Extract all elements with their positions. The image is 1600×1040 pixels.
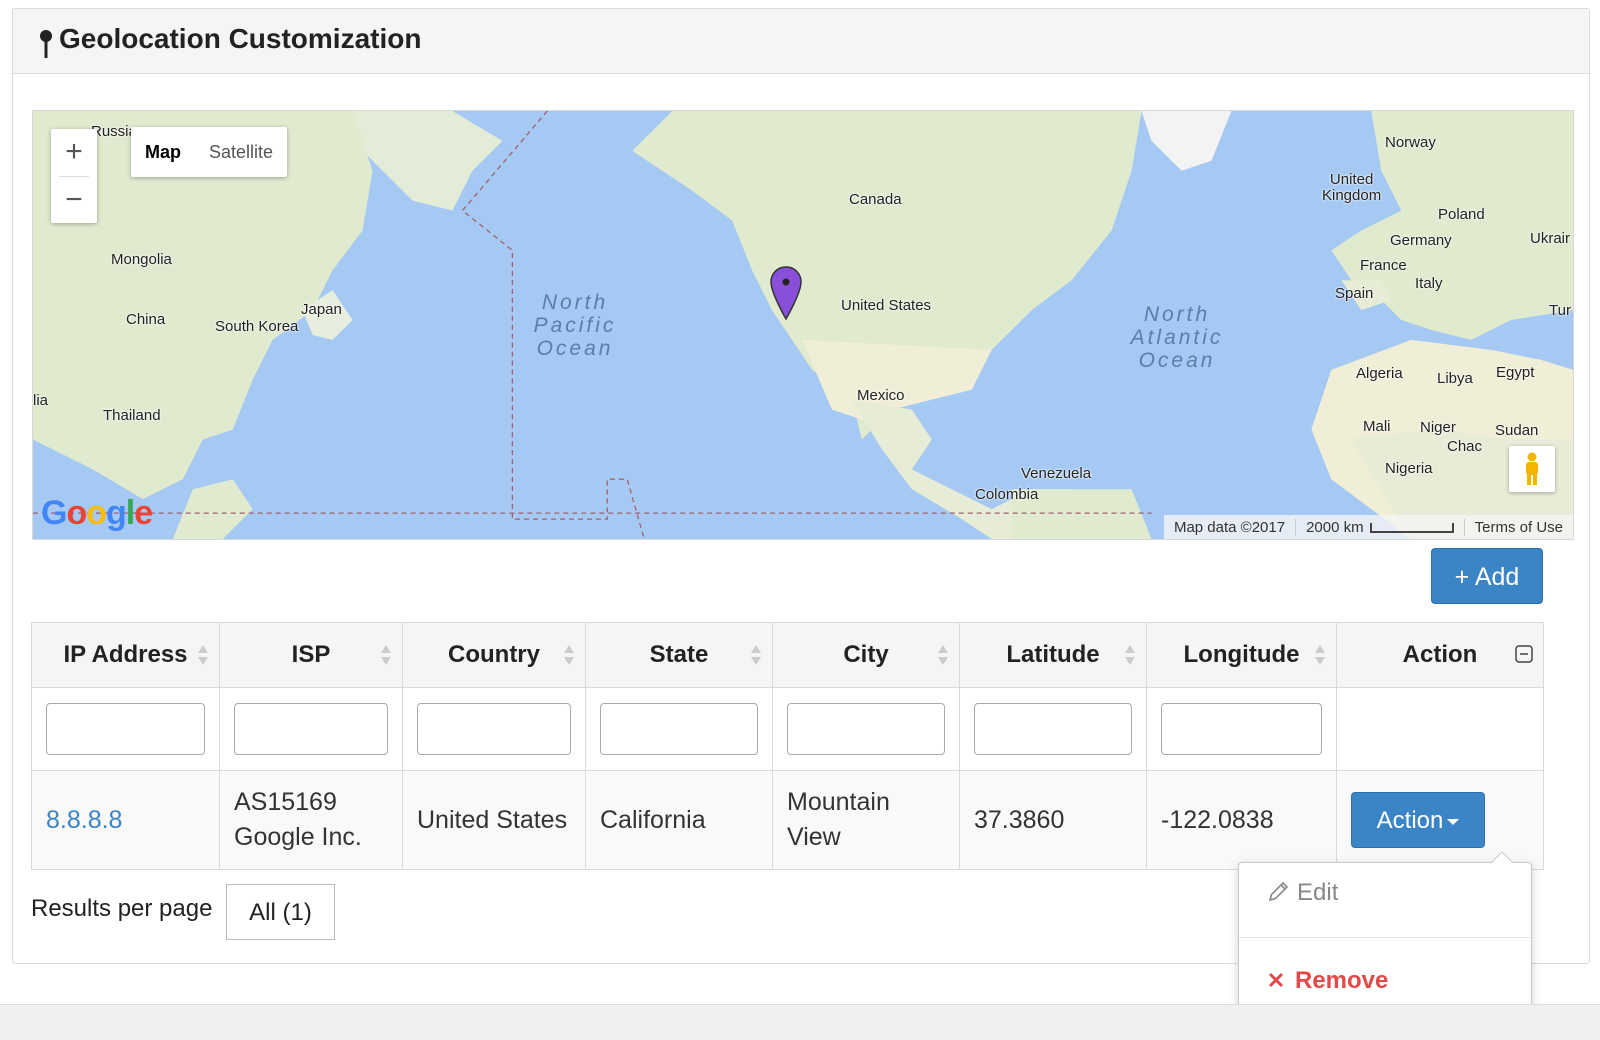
ip-address-link[interactable]: 8.8.8.8 bbox=[46, 806, 122, 834]
map-label-niger: Niger bbox=[1420, 419, 1456, 436]
column-header-longitude[interactable]: Longitude bbox=[1146, 622, 1337, 688]
column-header-city[interactable]: City bbox=[772, 622, 960, 688]
column-header-latitude[interactable]: Latitude bbox=[959, 622, 1147, 688]
column-header-action: Action bbox=[1336, 622, 1544, 688]
map-label-nigeria: Nigeria bbox=[1385, 460, 1433, 477]
map-label-spain: Spain bbox=[1335, 285, 1374, 302]
map-label-sudan: Sudan bbox=[1495, 422, 1539, 439]
sort-icon bbox=[751, 645, 761, 665]
filter-longitude-input[interactable] bbox=[1161, 703, 1322, 755]
sort-icon bbox=[1125, 645, 1135, 665]
isp-cell: AS15169 Google Inc. bbox=[219, 770, 403, 870]
add-button[interactable]: + Add bbox=[1431, 548, 1543, 604]
sort-icon bbox=[564, 645, 574, 665]
filter-city-input[interactable] bbox=[787, 703, 945, 755]
page-footer-bar bbox=[0, 1004, 1600, 1040]
panel-header: Geolocation Customization bbox=[13, 9, 1589, 74]
map-label-russia: Russia bbox=[91, 123, 137, 140]
column-header-isp[interactable]: ISP bbox=[219, 622, 403, 688]
map-label-united-states: United States bbox=[841, 297, 932, 314]
map-pin-icon bbox=[40, 30, 52, 58]
map-type-satellite-button[interactable]: Satellite bbox=[195, 127, 287, 177]
map-label-india: lia bbox=[33, 392, 49, 409]
dropdown-arrow bbox=[1491, 851, 1513, 863]
map-label-egypt: Egypt bbox=[1496, 364, 1535, 381]
sort-icon bbox=[381, 645, 391, 665]
map-label-south-korea: South Korea bbox=[215, 318, 299, 335]
scale-bar-icon bbox=[1369, 522, 1454, 533]
google-logo: Google bbox=[41, 494, 153, 532]
geolocation-table: IP Address ISP Country State City Latitu… bbox=[31, 622, 1544, 870]
map-label-china: China bbox=[126, 311, 166, 328]
filter-state-input[interactable] bbox=[600, 703, 758, 755]
results-per-page-select[interactable]: All (1) bbox=[226, 884, 335, 940]
map-label-norway: Norway bbox=[1385, 134, 1436, 151]
pegman-icon bbox=[1526, 452, 1538, 485]
map-label-japan: Japan bbox=[301, 301, 342, 318]
map-label-mali: Mali bbox=[1363, 418, 1391, 435]
ocean-label-north-atlantic: North Atlantic Ocean bbox=[1130, 303, 1224, 372]
results-per-page-label: Results per page bbox=[31, 895, 213, 922]
edit-menu-item[interactable]: Edit bbox=[1267, 879, 1338, 907]
close-icon bbox=[1268, 972, 1284, 988]
map-label-libya: Libya bbox=[1437, 370, 1473, 387]
terms-of-use-link[interactable]: Terms of Use bbox=[1463, 518, 1573, 536]
filter-row bbox=[31, 687, 1544, 771]
map-label-mongolia: Mongolia bbox=[111, 251, 172, 268]
map-label-ukraine: Ukrair bbox=[1530, 230, 1570, 247]
map-label-venezuela: Venezuela bbox=[1021, 465, 1092, 482]
map-label-algeria: Algeria bbox=[1356, 365, 1403, 382]
sort-icon bbox=[198, 645, 208, 665]
map-label-thailand: Thailand bbox=[103, 407, 161, 424]
filter-ip-address-input[interactable] bbox=[46, 703, 205, 755]
panel-title: Geolocation Customization bbox=[59, 23, 422, 54]
filter-latitude-input[interactable] bbox=[974, 703, 1132, 755]
caret-down-icon bbox=[1447, 818, 1460, 825]
map-label-canada: Canada bbox=[849, 191, 902, 208]
state-cell: California bbox=[585, 770, 773, 870]
map-scale: 2000 km bbox=[1295, 518, 1464, 536]
column-header-ip-address[interactable]: IP Address bbox=[31, 622, 220, 688]
country-cell: United States bbox=[402, 770, 586, 870]
map-type-control: Map Satellite bbox=[131, 127, 288, 177]
zoom-control: + − bbox=[51, 129, 97, 223]
action-dropdown-button[interactable]: Action bbox=[1351, 792, 1485, 848]
action-dropdown-menu: Edit Remove bbox=[1238, 851, 1532, 1012]
map-label-italy: Italy bbox=[1415, 275, 1443, 292]
map-label-colombia: Colombia bbox=[975, 486, 1039, 503]
map-label-germany: Germany bbox=[1390, 232, 1452, 249]
column-header-state[interactable]: State bbox=[585, 622, 773, 688]
filter-country-input[interactable] bbox=[417, 703, 571, 755]
map-label-poland: Poland bbox=[1438, 206, 1485, 223]
map-label-turkey: Tur bbox=[1549, 302, 1571, 319]
city-cell: Mountain View bbox=[772, 770, 960, 870]
location-marker-icon[interactable] bbox=[769, 265, 803, 321]
latitude-cell: 37.3860 bbox=[959, 770, 1147, 870]
map-attribution: Map data ©2017 2000 km Terms of Use bbox=[1163, 515, 1573, 539]
zoom-in-button[interactable]: + bbox=[51, 129, 97, 175]
map-data-credit: Map data ©2017 bbox=[1173, 518, 1286, 536]
street-view-pegman[interactable] bbox=[1509, 446, 1555, 492]
map-label-france: France bbox=[1360, 257, 1407, 274]
map-label-mexico: Mexico bbox=[857, 387, 905, 404]
map-label-united-kingdom: United Kingdom bbox=[1322, 171, 1382, 204]
table-header-row: IP Address ISP Country State City Latitu… bbox=[31, 622, 1544, 688]
sort-icon bbox=[1315, 645, 1325, 665]
filter-isp-input[interactable] bbox=[234, 703, 388, 755]
longitude-cell: -122.0838 bbox=[1146, 770, 1337, 870]
map-type-map-button[interactable]: Map bbox=[131, 127, 195, 177]
sort-icon bbox=[938, 645, 948, 665]
map-label-chad: Chac bbox=[1447, 438, 1483, 455]
table-row: 8.8.8.8 AS15169 Google Inc. United States… bbox=[31, 770, 1544, 870]
zoom-out-button[interactable]: − bbox=[51, 177, 97, 223]
ocean-label-north-pacific: North Pacific Ocean bbox=[533, 291, 617, 360]
pencil-icon bbox=[1268, 881, 1289, 902]
map-view[interactable]: Russia Mongolia China Japan South Korea … bbox=[32, 110, 1574, 540]
column-header-country[interactable]: Country bbox=[402, 622, 586, 688]
remove-menu-item[interactable]: Remove bbox=[1267, 967, 1388, 995]
collapse-icon[interactable] bbox=[1515, 645, 1533, 663]
